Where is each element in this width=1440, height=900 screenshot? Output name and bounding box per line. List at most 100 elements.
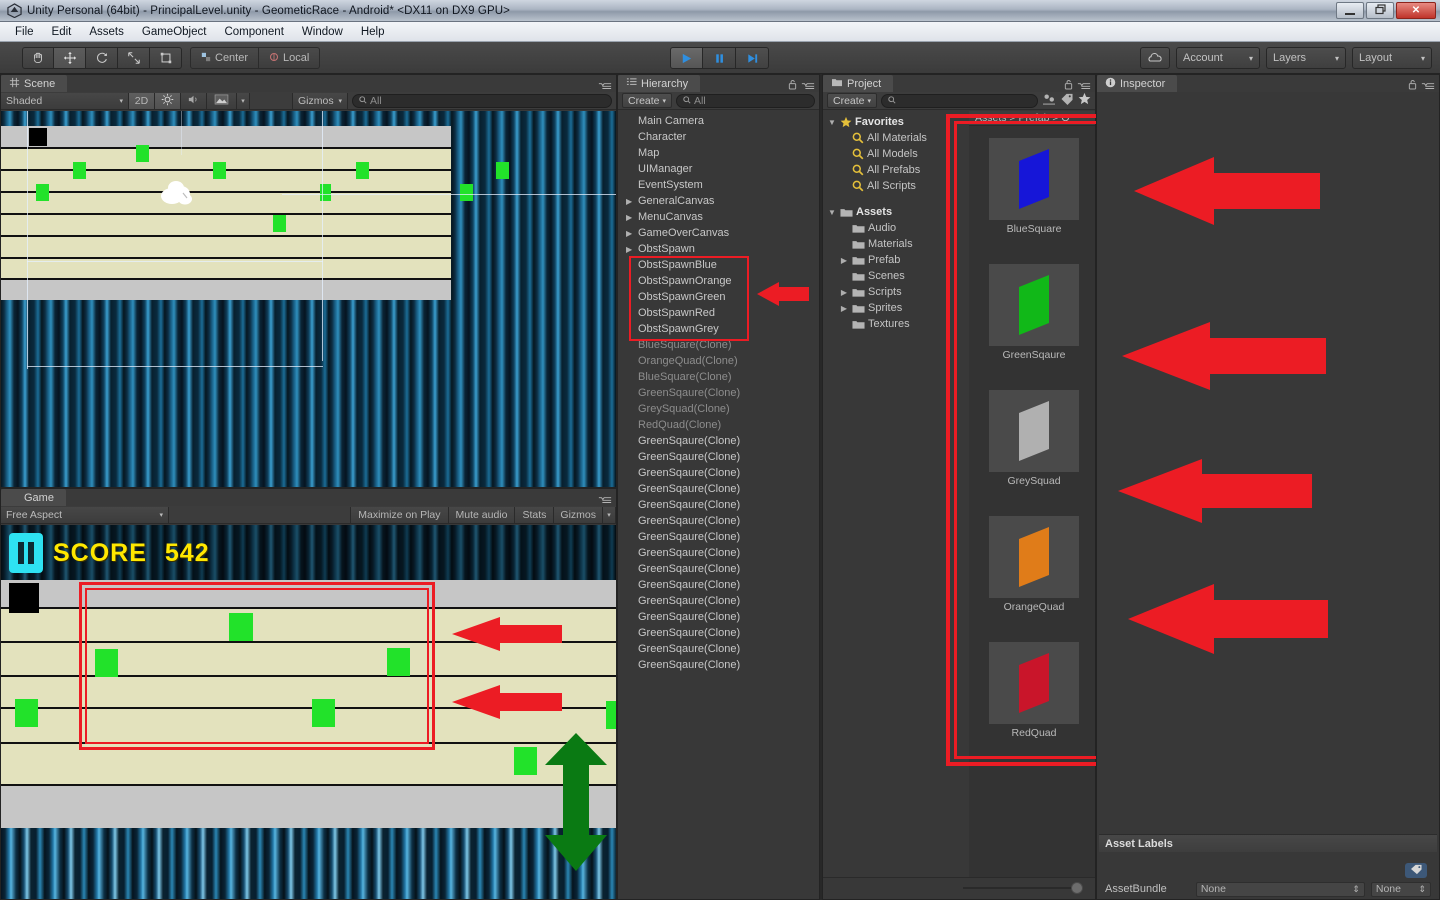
game-tab-menu[interactable] [598, 491, 612, 509]
hierarchy-item[interactable]: UIManager [618, 161, 819, 177]
draw-mode-dropdown[interactable]: Shaded ▾ [1, 92, 129, 109]
assetbundle-dropdown[interactable]: None ⇕ [1195, 881, 1365, 897]
assetbundle-variant-dropdown[interactable]: None ⇕ [1370, 881, 1431, 897]
gizmos-dropdown[interactable]: Gizmos ▾ [292, 92, 348, 109]
pause-button[interactable] [703, 47, 736, 69]
layers-dropdown[interactable]: Layers ▾ [1266, 47, 1346, 69]
hierarchy-item[interactable]: GreenSqaure(Clone) [618, 593, 819, 609]
chevron-right-icon[interactable]: ▶ [839, 304, 849, 313]
lock-icon[interactable] [1064, 77, 1073, 95]
menu-help[interactable]: Help [352, 24, 394, 40]
hand-tool-button[interactable] [22, 47, 54, 69]
hierarchy-item[interactable]: RedQuad(Clone) [618, 417, 819, 433]
hierarchy-item[interactable]: GreenSqaure(Clone) [618, 481, 819, 497]
tab-inspector[interactable]: Inspector [1097, 75, 1178, 92]
lock-icon[interactable] [788, 77, 797, 95]
rect-tool-button[interactable] [150, 47, 182, 69]
hierarchy-item[interactable]: ▶ GeneralCanvas [618, 193, 819, 209]
toggle-2d-button[interactable]: 2D [129, 92, 155, 109]
hierarchy-item[interactable]: Character [618, 129, 819, 145]
panel-menu-icon[interactable] [598, 491, 612, 509]
play-button[interactable] [670, 47, 703, 69]
chevron-right-icon[interactable]: ▶ [626, 245, 636, 254]
slider-knob[interactable] [1071, 882, 1083, 894]
maximize-on-play-toggle[interactable]: Maximize on Play [350, 506, 449, 523]
tab-scene[interactable]: Scene [1, 75, 68, 92]
hierarchy-item[interactable]: GreenSqaure(Clone) [618, 449, 819, 465]
aspect-dropdown[interactable]: Free Aspect ▾ [1, 506, 169, 523]
account-dropdown[interactable]: Account ▾ [1176, 47, 1260, 69]
scene-viewport[interactable] [1, 111, 616, 487]
hierarchy-item[interactable]: Map [618, 145, 819, 161]
hierarchy-item[interactable]: GreenSqaure(Clone) [618, 497, 819, 513]
menu-window[interactable]: Window [293, 24, 352, 40]
menu-component[interactable]: Component [215, 24, 292, 40]
hierarchy-item[interactable]: EventSystem [618, 177, 819, 193]
layout-dropdown[interactable]: Layout ▾ [1352, 47, 1432, 69]
minimize-button[interactable] [1336, 2, 1364, 19]
space-mode-button[interactable]: Local [259, 47, 321, 69]
hierarchy-item[interactable]: GreenSqaure(Clone) [618, 529, 819, 545]
hierarchy-item[interactable]: GreenSqaure(Clone) [618, 465, 819, 481]
step-button[interactable] [736, 47, 769, 69]
filter-by-type-icon[interactable] [1042, 92, 1056, 110]
panel-menu-icon[interactable] [1077, 77, 1091, 95]
hierarchy-item[interactable]: GreenSqaure(Clone) [618, 433, 819, 449]
move-tool-button[interactable] [54, 47, 86, 69]
hierarchy-item[interactable]: ▶ GameOverCanvas [618, 225, 819, 241]
hierarchy-item[interactable]: GreenSqaure(Clone) [618, 561, 819, 577]
chevron-right-icon[interactable]: ▶ [839, 256, 849, 265]
chevron-right-icon[interactable]: ▶ [626, 197, 636, 206]
hierarchy-item[interactable]: GreenSqaure(Clone) [618, 625, 819, 641]
menu-gameobject[interactable]: GameObject [133, 24, 216, 40]
hierarchy-item[interactable]: ▶ ObstSpawn [618, 241, 819, 257]
chevron-right-icon[interactable]: ▶ [626, 213, 636, 222]
hierarchy-item[interactable]: GreenSqaure(Clone) [618, 513, 819, 529]
hierarchy-list[interactable]: Main Camera Character Map UIManager EventSys… [618, 111, 819, 898]
label-tag-button[interactable] [1405, 863, 1427, 878]
hierarchy-item[interactable]: ▶ MenuCanvas [618, 209, 819, 225]
audio-toggle[interactable] [181, 92, 207, 109]
hierarchy-item[interactable]: GreenSqaure(Clone) [618, 577, 819, 593]
chevron-down-icon[interactable]: ▼ [827, 208, 837, 217]
unity-cloud-button[interactable] [1140, 47, 1170, 69]
chevron-right-icon[interactable]: ▶ [839, 288, 849, 297]
scene-tab-menu[interactable] [598, 77, 612, 95]
hierarchy-item[interactable]: BlueSquare(Clone) [618, 369, 819, 385]
hierarchy-search-input[interactable]: All [676, 93, 815, 108]
menu-assets[interactable]: Assets [80, 24, 133, 40]
pause-icon[interactable] [9, 533, 43, 573]
hierarchy-item[interactable]: GreenSqaure(Clone) [618, 385, 819, 401]
effects-toggle[interactable] [207, 92, 237, 109]
chevron-right-icon[interactable]: ▶ [626, 229, 636, 238]
hierarchy-item[interactable]: GreenSqaure(Clone) [618, 657, 819, 673]
effects-dropdown[interactable]: ▾ [237, 92, 250, 109]
hierarchy-create-button[interactable]: Create ▾ [622, 93, 673, 108]
hierarchy-item[interactable]: GreenSqaure(Clone) [618, 641, 819, 657]
restore-button[interactable] [1366, 2, 1394, 19]
panel-menu-icon[interactable] [801, 77, 815, 95]
mute-audio-toggle[interactable]: Mute audio [448, 506, 516, 523]
scene-search-input[interactable]: All [352, 93, 612, 108]
stats-toggle[interactable]: Stats [515, 506, 555, 523]
hierarchy-item[interactable]: GreySquad(Clone) [618, 401, 819, 417]
project-create-button[interactable]: Create ▾ [827, 93, 878, 108]
hierarchy-item[interactable]: OrangeQuad(Clone) [618, 353, 819, 369]
hierarchy-item[interactable]: GreenSqaure(Clone) [618, 609, 819, 625]
menu-edit[interactable]: Edit [43, 24, 81, 40]
hierarchy-item[interactable]: Main Camera [618, 113, 819, 129]
menu-file[interactable]: File [6, 24, 43, 40]
panel-menu-icon[interactable] [598, 77, 612, 95]
tab-game[interactable]: Game [1, 489, 66, 506]
scale-tool-button[interactable] [118, 47, 150, 69]
pivot-mode-button[interactable]: Center [190, 47, 260, 69]
close-button[interactable]: ✕ [1396, 2, 1436, 19]
tab-hierarchy[interactable]: Hierarchy [618, 75, 701, 92]
game-gizmos-toggle[interactable]: Gizmos [554, 506, 603, 523]
project-search-input[interactable] [881, 93, 1038, 108]
hierarchy-item[interactable]: GreenSqaure(Clone) [618, 545, 819, 561]
rotate-tool-button[interactable] [86, 47, 118, 69]
lighting-toggle[interactable] [155, 92, 181, 109]
project-zoom-slider[interactable] [963, 882, 1083, 894]
tab-project[interactable]: Project [823, 75, 894, 92]
